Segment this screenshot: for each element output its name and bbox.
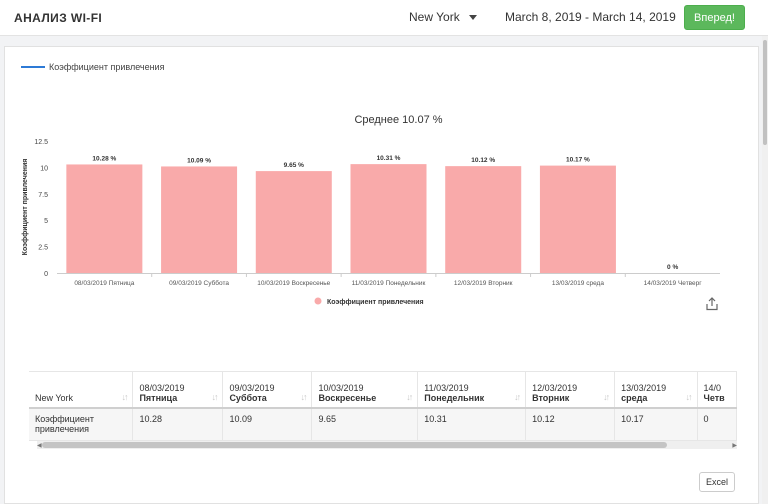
sort-arrows-icon[interactable]: ↓↑ — [406, 392, 413, 402]
bar-data-label: 0 % — [667, 264, 678, 271]
table-header-date[interactable]: 11/03/2019 Понедельник ↓↑ — [417, 372, 527, 409]
header-day: Суббота — [229, 393, 267, 403]
table-cell: 10.09 — [222, 408, 313, 441]
header-date: 12/03/2019 — [532, 383, 578, 393]
chart-bar[interactable] — [161, 166, 238, 273]
table-cell: 0 — [697, 408, 737, 441]
sort-arrows-icon[interactable]: ↓↑ — [121, 392, 128, 402]
sort-arrows-icon[interactable]: ↓↑ — [603, 392, 610, 402]
bar-data-label: 10.09 % — [187, 157, 211, 164]
y-tick-label: 10 — [40, 165, 48, 172]
header-date: 11/03/2019 — [424, 383, 469, 393]
header-day: Вторник — [532, 393, 570, 403]
chart-bar[interactable] — [539, 165, 616, 273]
x-tick-label: 10/03/2019 Воскресенье — [257, 280, 330, 287]
header-date: 08/03/2019 — [139, 383, 185, 393]
table-horizontal-scrollbar[interactable]: ◀ ▶ — [37, 441, 737, 449]
chart-title: Среднее 10.07 % — [354, 114, 442, 126]
header-date: 10/03/2019 — [318, 383, 364, 393]
bar-chart: Среднее 10.07 % Коэффициент привлечения 0 2… — [22, 114, 720, 306]
table-header-date[interactable]: 13/03/2019 среда ↓↑ — [614, 372, 698, 409]
share-export-icon[interactable] — [705, 297, 719, 311]
date-range-picker[interactable]: March 8, 2019 - March 14, 2019 — [505, 10, 676, 24]
table-header-date[interactable]: 12/03/2019 Вторник ↓↑ — [525, 372, 616, 409]
header-day: Понедельник — [424, 393, 485, 403]
row-label: Коэффициент привлечения — [29, 408, 134, 441]
data-table-container: New York ↓↑ 08/03/2019 Пятница ↓↑ 09/03/2019 С… — [29, 371, 737, 447]
page-scrollbar-thumb[interactable] — [763, 40, 767, 145]
table-cell: 10.31 — [417, 408, 527, 441]
table-header-date[interactable]: 10/03/2019 Воскресенье ↓↑ — [311, 372, 419, 409]
table-cell: 9.65 — [311, 408, 419, 441]
table-cell: 10.17 — [614, 408, 698, 441]
go-button[interactable]: Вперед! — [684, 5, 745, 30]
table-header-label: New York — [35, 393, 74, 403]
sort-arrows-icon[interactable]: ↓↑ — [211, 392, 218, 402]
y-tick-label: 0 — [44, 271, 48, 278]
city-select-value: New York — [409, 10, 460, 24]
page-scrollbar[interactable] — [762, 36, 768, 504]
x-tick-label: 08/03/2019 Пятница — [74, 280, 134, 287]
y-axis-label: Коэффициент привлечения — [22, 159, 29, 256]
table-header-date[interactable]: 09/03/2019 Суббота ↓↑ — [222, 372, 313, 409]
header-day: Воскресенье — [318, 393, 377, 403]
scroll-left-arrow-icon[interactable]: ◀ — [37, 442, 42, 449]
excel-export-button[interactable]: Excel — [699, 472, 735, 492]
report-card: Коэффициент привлечения Среднее 10.07 % К… — [4, 46, 759, 504]
city-select[interactable]: New York — [409, 10, 477, 24]
x-tick-label: 09/03/2019 Суббота — [169, 279, 229, 287]
x-tick-label: 12/03/2019 Вторник — [454, 280, 513, 287]
x-tick-label: 13/03/2019 среда — [552, 280, 604, 287]
header-day: Пятница — [139, 393, 178, 403]
data-table: New York ↓↑ 08/03/2019 Пятница ↓↑ 09/03/2019 С… — [29, 372, 737, 441]
y-tick-label: 7.5 — [38, 192, 48, 199]
y-tick-label: 5 — [44, 218, 48, 225]
chart-bar[interactable] — [445, 166, 522, 273]
table-cell: 10.12 — [525, 408, 616, 441]
bar-data-label: 10.31 % — [377, 155, 401, 162]
sort-arrows-icon[interactable]: ↓↑ — [686, 392, 693, 402]
legend-swatch[interactable] — [314, 297, 322, 305]
bar-data-label: 9.65 % — [284, 162, 304, 169]
sort-arrows-icon[interactable]: ↓↑ — [300, 392, 307, 402]
sort-arrows-icon[interactable]: ↓↑ — [514, 392, 521, 402]
header-date: 09/03/2019 — [229, 383, 275, 393]
legend-label[interactable]: Коэффициент привлечения — [327, 299, 424, 306]
header-date: 14/0 — [703, 383, 722, 393]
table-cell: 10.28 — [132, 408, 224, 441]
header-day: Четв — [703, 393, 725, 403]
y-tick-label: 2.5 — [38, 245, 48, 252]
x-tick-label: 11/03/2019 Понедельник — [352, 280, 426, 287]
top-bar: АНАЛИЗ WI-FI New York March 8, 2019 - Ma… — [0, 0, 768, 36]
table-header-city[interactable]: New York ↓↑ — [29, 372, 134, 409]
chart-bar[interactable] — [66, 164, 143, 273]
scroll-right-arrow-icon[interactable]: ▶ — [732, 442, 737, 449]
bar-data-label: 10.17 % — [566, 157, 590, 164]
table-header-date[interactable]: 14/0 Четв — [697, 372, 737, 409]
x-tick-label: 14/03/2019 Четверг — [644, 280, 703, 287]
bar-data-label: 10.12 % — [471, 157, 495, 164]
header-day: среда — [621, 393, 648, 403]
caret-down-icon — [468, 15, 477, 20]
bar-data-label: 10.28 % — [92, 155, 116, 162]
table-scrollbar-thumb[interactable] — [42, 442, 667, 448]
table-header-date[interactable]: 08/03/2019 Пятница ↓↑ — [132, 372, 224, 409]
header-date: 13/03/2019 — [621, 383, 667, 393]
chart-bar[interactable] — [350, 164, 427, 273]
app-title: АНАЛИЗ WI-FI — [14, 11, 103, 25]
y-tick-label: 12.5 — [34, 139, 48, 146]
chart-bar[interactable] — [255, 171, 332, 273]
